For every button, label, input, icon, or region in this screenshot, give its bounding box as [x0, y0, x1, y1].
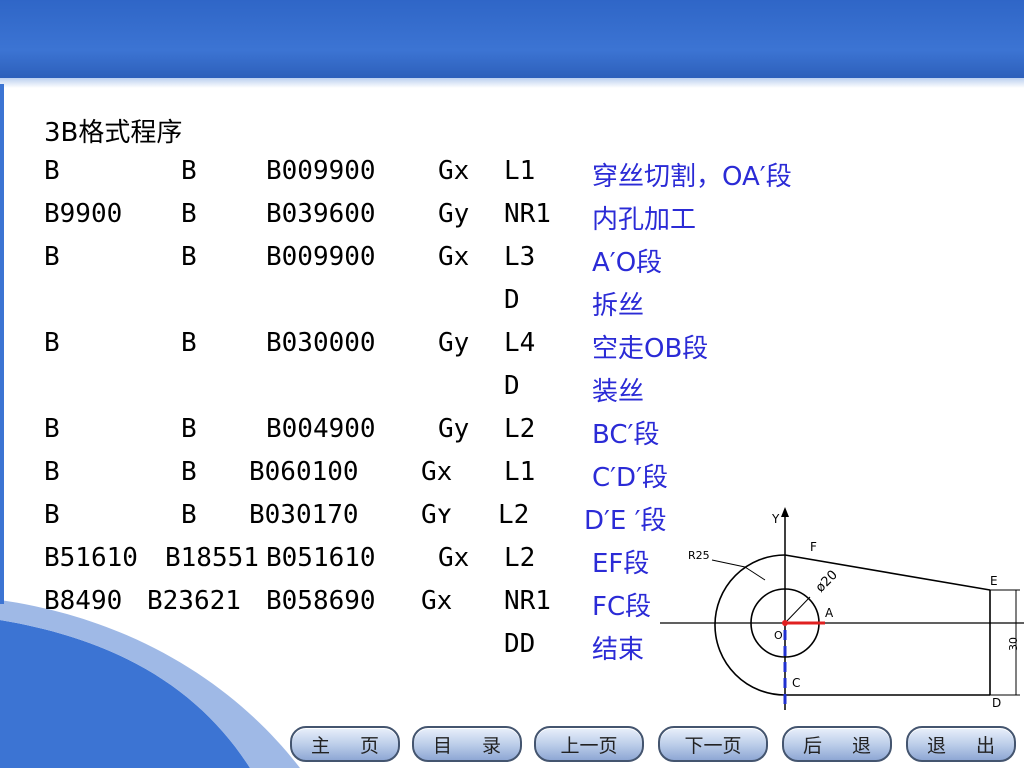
program-field: Gʏ: [421, 500, 453, 530]
label-a: A: [825, 606, 834, 620]
program-comment: FC段: [592, 592, 652, 622]
program-field: D: [504, 285, 520, 315]
program-comment: A′O段: [592, 248, 663, 278]
program-line: B9900 B B039600 Gy NR1 内孔加工: [0, 199, 1024, 239]
program-field: Gx: [421, 457, 453, 487]
program-field: B23621: [147, 586, 241, 616]
program-field: L2: [504, 543, 536, 573]
program-field: B: [181, 242, 197, 272]
program-field: L1: [504, 457, 536, 487]
program-field: B: [181, 414, 197, 444]
contents-button[interactable]: 目 录: [412, 726, 522, 762]
part-drawing: Y R25 F E A O C D ø20 30: [660, 507, 1024, 710]
program-field: B: [44, 242, 60, 272]
program-comment: BC′段: [592, 420, 660, 450]
program-field: B009900: [266, 156, 376, 186]
label-d: D: [992, 696, 1001, 710]
program-comment: 拆丝: [592, 291, 645, 321]
program-field: B51610: [44, 543, 138, 573]
program-field: NR1: [504, 199, 551, 229]
program-line: B B B009900 Gx L1 穿丝切割，OA′段: [0, 156, 1024, 196]
program-comment: 空走OB段: [592, 334, 709, 364]
program-line: B B B004900 Gy L2 BC′段: [0, 414, 1024, 454]
outer-arc: [714, 554, 786, 696]
program-field: B060100: [249, 457, 359, 487]
label-e: E: [990, 574, 998, 588]
program-line: B B B060100 Gx L1 C′D′段: [0, 457, 1024, 497]
program-line: B B B030000 Gy L4 空走OB段: [0, 328, 1024, 368]
program-field: D: [504, 371, 520, 401]
program-field: B: [181, 156, 197, 186]
program-field: L4: [504, 328, 536, 358]
next-page-button[interactable]: 下一页: [658, 726, 768, 762]
program-field: Gx: [438, 543, 470, 573]
back-button[interactable]: 后 退: [782, 726, 892, 762]
program-field: NR1: [504, 586, 551, 616]
program-field: B: [181, 328, 197, 358]
program-field: Gx: [421, 586, 453, 616]
label-c: C: [792, 676, 800, 690]
program-field: B: [181, 457, 197, 487]
exit-button[interactable]: 退 出: [906, 726, 1016, 762]
program-field: Gx: [438, 156, 470, 186]
program-field: B039600: [266, 199, 376, 229]
program-field: B058690: [266, 586, 376, 616]
program-comment: D′E ′段: [584, 506, 667, 536]
program-line: B B B009900 Gx L3 A′O段: [0, 242, 1024, 282]
program-field: Gy: [438, 414, 470, 444]
program-comment: C′D′段: [592, 463, 668, 493]
program-comment: 穿丝切割，OA′段: [592, 162, 792, 192]
program-field: B: [44, 156, 60, 186]
label-o: O: [774, 629, 783, 642]
program-field: L2: [504, 414, 536, 444]
program-field: Gx: [438, 242, 470, 272]
program-field: B009900: [266, 242, 376, 272]
program-field: B: [44, 328, 60, 358]
program-comment: 结束: [592, 635, 645, 665]
program-line: D 拆丝: [0, 285, 1024, 325]
program-field: B: [181, 199, 197, 229]
program-field: B051610: [266, 543, 376, 573]
program-field: Gy: [438, 199, 470, 229]
program-field: B18551: [165, 543, 259, 573]
program-field: B: [44, 500, 60, 530]
program-field: L2: [498, 500, 530, 530]
program-line: D 装丝: [0, 371, 1024, 411]
program-field: B: [44, 457, 60, 487]
program-field: L3: [504, 242, 536, 272]
program-field: B8490: [44, 586, 123, 616]
program-field: Gy: [438, 328, 470, 358]
program-comment: EF段: [592, 549, 650, 579]
program-field: B030000: [266, 328, 376, 358]
prev-page-button[interactable]: 上一页: [534, 726, 644, 762]
program-field: B9900: [44, 199, 123, 229]
label-dim30: 30: [1007, 637, 1020, 651]
label-y: Y: [771, 512, 780, 526]
label-r25: R25: [688, 549, 710, 562]
program-comment: 内孔加工: [592, 205, 697, 235]
program-field: L1: [504, 156, 536, 186]
program-title: 3B格式程序: [44, 118, 183, 148]
program-field: B: [181, 500, 197, 530]
label-phi20: ø20: [813, 568, 841, 596]
program-comment: 装丝: [592, 377, 645, 407]
program-field: B004900: [266, 414, 376, 444]
label-f: F: [810, 540, 817, 554]
program-field: DD: [504, 629, 536, 659]
program-field: B030170: [249, 500, 359, 530]
home-button[interactable]: 主 页: [290, 726, 400, 762]
program-field: B: [44, 414, 60, 444]
